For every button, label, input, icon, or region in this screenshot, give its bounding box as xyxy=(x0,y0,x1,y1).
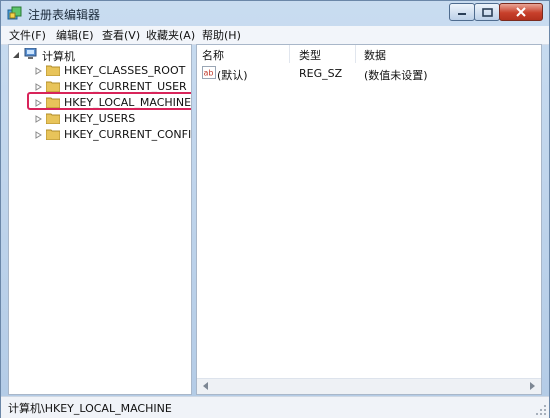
ab-string-icon: ab xyxy=(202,66,216,79)
regedit-app-icon xyxy=(7,6,22,20)
collapsed-arrow-icon xyxy=(35,115,42,123)
regedit-window: 注册表编辑器 文件(F) 编辑(E) 查看(V) 收藏夹(A) 帮助(H) 计算… xyxy=(0,0,550,418)
horizontal-scrollbar[interactable] xyxy=(197,378,541,394)
folder-icon xyxy=(46,113,60,124)
column-header-type[interactable]: 类型 xyxy=(299,47,321,63)
tree-item-label: HKEY_CLASSES_ROOT xyxy=(64,64,186,77)
column-divider[interactable] xyxy=(355,45,356,63)
tree-root-label: 计算机 xyxy=(42,50,75,63)
title-bar[interactable]: 注册表编辑器 xyxy=(1,1,549,26)
highlight-box xyxy=(27,92,191,110)
values-pane[interactable]: 名称 类型 数据 ab (默认) REG_SZ (数值未设置) xyxy=(196,44,542,395)
menu-favorites[interactable]: 收藏夹(A) xyxy=(144,27,197,43)
folder-icon xyxy=(46,129,60,140)
status-bar: 计算机\HKEY_LOCAL_MACHINE xyxy=(1,396,549,418)
resize-grip-icon[interactable] xyxy=(535,404,547,416)
window-controls xyxy=(449,3,543,22)
menu-edit[interactable]: 编辑(E) xyxy=(54,27,96,43)
tree-item-label: HKEY_USERS xyxy=(64,112,136,125)
collapsed-arrow-icon xyxy=(35,67,42,75)
folder-icon xyxy=(46,81,60,92)
folder-icon xyxy=(46,65,60,76)
column-header-name[interactable]: 名称 xyxy=(202,47,224,63)
maximize-icon xyxy=(481,7,493,17)
minimize-icon xyxy=(458,13,466,15)
svg-text:ab: ab xyxy=(204,69,214,78)
tree-item-label: HKEY_CURRENT_CONFIG xyxy=(64,128,192,141)
menu-file[interactable]: 文件(F) xyxy=(7,27,48,43)
table-row[interactable]: ab (默认) REG_SZ (数值未设置) xyxy=(197,65,537,82)
collapsed-arrow-icon xyxy=(35,83,42,91)
scroll-right-icon[interactable] xyxy=(527,381,537,391)
key-tree-pane[interactable]: 计算机 HKEY_CLASSES_ROOT HKEY_CURRENT_USER … xyxy=(8,44,192,395)
computer-icon xyxy=(24,48,37,59)
menu-help[interactable]: 帮助(H) xyxy=(200,27,243,43)
menu-bar: 文件(F) 编辑(E) 查看(V) 收藏夹(A) 帮助(H) xyxy=(1,26,549,45)
value-data: (数值未设置) xyxy=(364,69,428,82)
expanded-arrow-icon xyxy=(13,52,19,58)
collapsed-arrow-icon xyxy=(35,131,42,139)
close-icon xyxy=(516,7,526,17)
menu-view[interactable]: 查看(V) xyxy=(100,27,142,43)
maximize-button[interactable] xyxy=(474,3,500,21)
close-button[interactable] xyxy=(499,3,543,21)
minimize-button[interactable] xyxy=(449,3,475,21)
scroll-left-icon[interactable] xyxy=(201,381,211,391)
column-header-data[interactable]: 数据 xyxy=(364,47,386,63)
window-title: 注册表编辑器 xyxy=(28,8,101,22)
column-divider[interactable] xyxy=(289,45,290,63)
status-path: 计算机\HKEY_LOCAL_MACHINE xyxy=(8,402,172,415)
value-type: REG_SZ xyxy=(299,67,343,80)
value-name: (默认) xyxy=(217,69,248,82)
